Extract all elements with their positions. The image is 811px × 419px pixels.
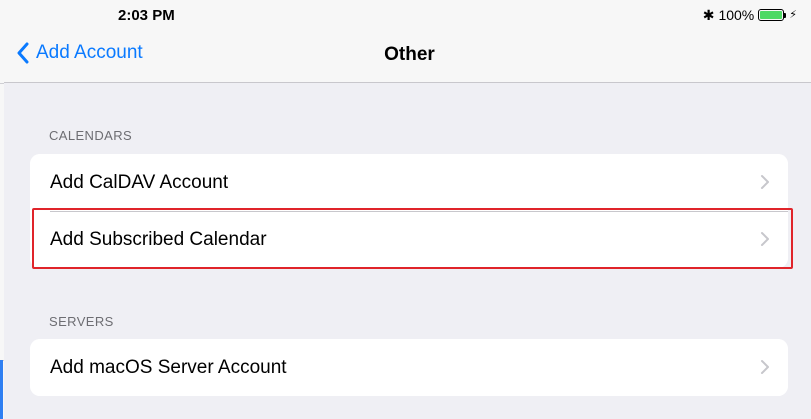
section-header-servers: SERVERS [49, 314, 114, 329]
bolt-icon: ⚡ [789, 9, 797, 21]
page-title: Other [4, 44, 811, 66]
battery-fill [760, 11, 783, 19]
status-bar: 2:03 PM ✱ 100% ⚡ [4, 0, 811, 30]
row-label: Add CalDAV Account [50, 171, 229, 193]
chevron-right-icon [761, 360, 769, 374]
navigation-bar: Add Account Other [4, 30, 811, 83]
bluetooth-icon: ✱ [702, 7, 715, 23]
add-macos-server-account-row[interactable]: Add macOS Server Account [30, 339, 788, 396]
row-label: Add Subscribed Calendar [50, 228, 267, 250]
top-bar: 2:03 PM ✱ 100% ⚡ Add Account Other [4, 0, 811, 83]
add-subscribed-calendar-row[interactable]: Add Subscribed Calendar [30, 211, 788, 268]
calendars-group: Add CalDAV Account Add Subscribed Calend… [30, 154, 788, 268]
add-caldav-account-row[interactable]: Add CalDAV Account [30, 154, 788, 211]
battery-icon [758, 9, 787, 21]
row-label: Add macOS Server Account [50, 356, 287, 378]
master-pane-divider [0, 83, 4, 84]
servers-group: Add macOS Server Account [30, 339, 788, 396]
status-time: 2:03 PM [118, 7, 175, 24]
chevron-right-icon [761, 175, 769, 189]
page-title-text: Other [384, 44, 435, 65]
settings-screen: 2:03 PM ✱ 100% ⚡ Add Account Other CALEN… [0, 0, 811, 419]
battery-percent: 100% [718, 7, 755, 23]
section-header-calendars: CALENDARS [49, 128, 133, 143]
status-indicators: ✱ 100% ⚡ [703, 6, 797, 24]
battery-nub [784, 13, 787, 18]
master-pane-selected-indicator [0, 360, 3, 419]
chevron-right-icon [761, 232, 769, 246]
